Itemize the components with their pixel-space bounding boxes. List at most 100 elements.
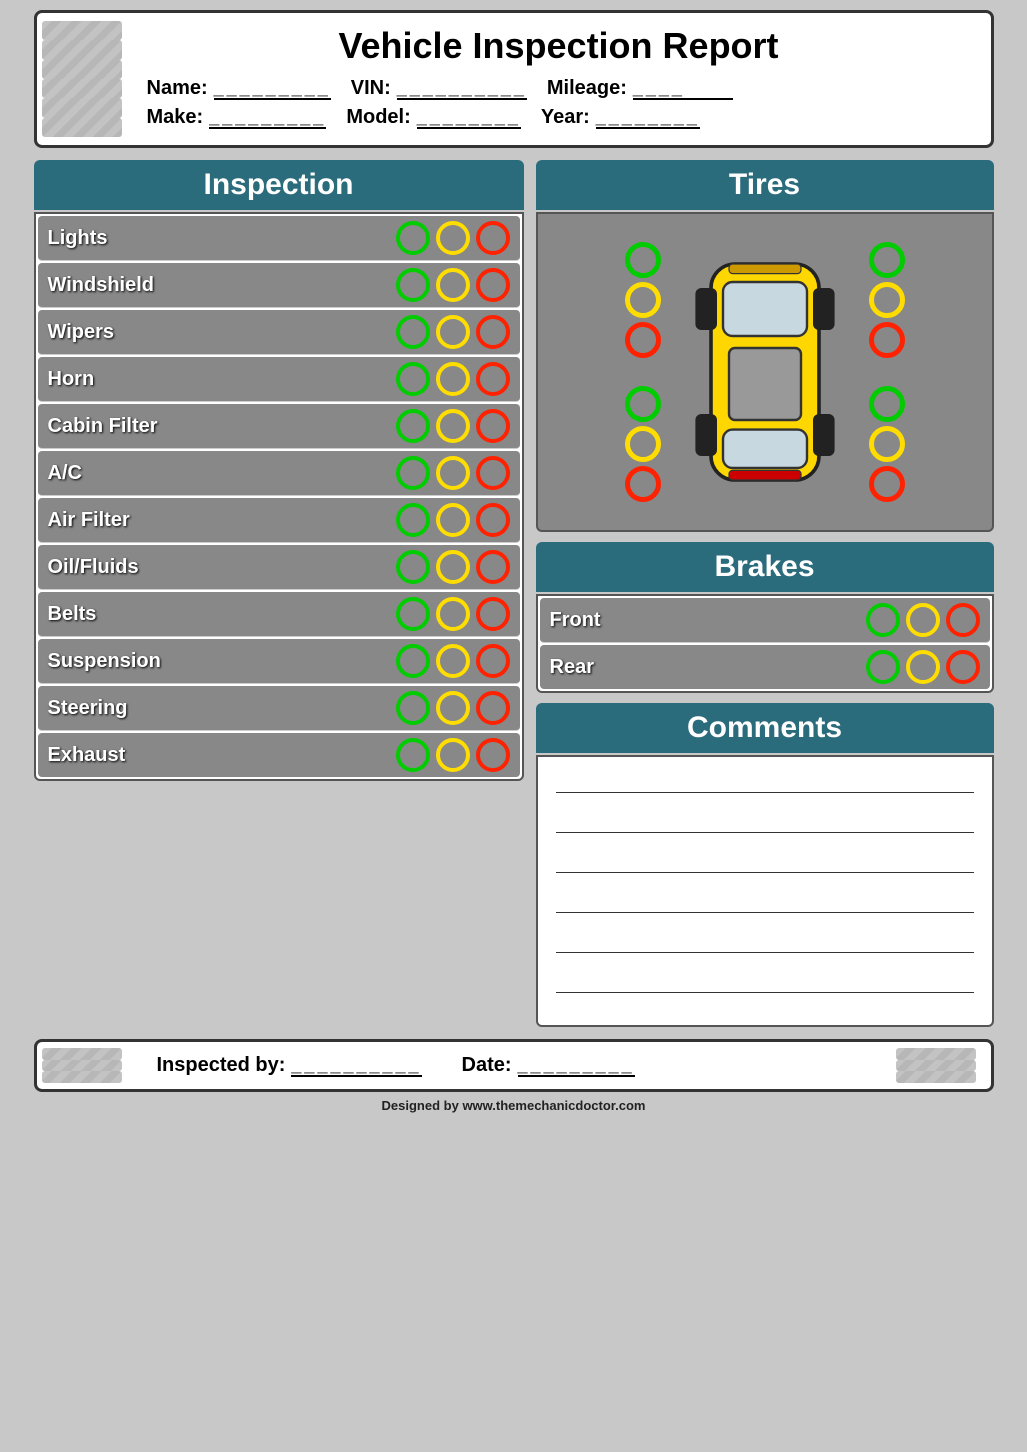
circle-yellow[interactable] [436, 550, 470, 584]
circle-yellow[interactable] [436, 503, 470, 537]
circle-yellow[interactable] [436, 362, 470, 396]
mileage-field-group: Mileage: ____ [547, 77, 733, 100]
circle-green[interactable] [396, 550, 430, 584]
mileage-label: Mileage: [547, 77, 627, 100]
circle-red[interactable] [946, 603, 980, 637]
circle-yellow[interactable] [436, 738, 470, 772]
date-label: Date: [462, 1054, 512, 1077]
circle-yellow[interactable] [436, 691, 470, 725]
circle-green[interactable] [396, 738, 430, 772]
circle-red[interactable] [476, 409, 510, 443]
item-label-cabin-filter: Cabin Filter [48, 415, 396, 438]
circle-green[interactable] [866, 603, 900, 637]
circles-steering [396, 691, 510, 725]
list-item: Windshield [38, 263, 520, 308]
circles-horn [396, 362, 510, 396]
circles-cabin-filter [396, 409, 510, 443]
circle-green[interactable] [396, 691, 430, 725]
circle-red[interactable] [476, 644, 510, 678]
tire-dot-green[interactable] [625, 386, 661, 422]
circle-green[interactable] [866, 650, 900, 684]
circle-green[interactable] [396, 409, 430, 443]
list-item: Cabin Filter [38, 404, 520, 449]
main-content: Inspection Lights Windshield [34, 160, 994, 1027]
inspected-by-field-group: Inspected by: __________ [157, 1054, 422, 1077]
circle-yellow[interactable] [436, 597, 470, 631]
circle-yellow[interactable] [436, 409, 470, 443]
list-item: Air Filter [38, 498, 520, 543]
name-label: Name: [147, 77, 208, 100]
item-label-air-filter: Air Filter [48, 509, 396, 532]
car-diagram [615, 232, 915, 512]
comment-line [556, 851, 974, 873]
tire-dot-green[interactable] [869, 242, 905, 278]
item-label-suspension: Suspension [48, 650, 396, 673]
circle-red[interactable] [476, 597, 510, 631]
circle-green[interactable] [396, 315, 430, 349]
circle-yellow[interactable] [436, 268, 470, 302]
name-field-group: Name: _________ [147, 77, 331, 100]
circle-yellow[interactable] [436, 456, 470, 490]
right-column: Tires [536, 160, 994, 1027]
header-row-2: Make: _________ Model: ________ Year: __… [147, 106, 971, 129]
year-label: Year: [541, 106, 590, 129]
vin-value: __________ [397, 77, 527, 100]
tire-dot-yellow[interactable] [625, 426, 661, 462]
circle-green[interactable] [396, 597, 430, 631]
date-value: _________ [518, 1054, 635, 1077]
tires-section [536, 212, 994, 532]
comments-section: Comments [536, 703, 994, 1027]
circle-green[interactable] [396, 221, 430, 255]
circle-red[interactable] [476, 503, 510, 537]
tire-dot-yellow[interactable] [869, 426, 905, 462]
circle-green[interactable] [396, 268, 430, 302]
circle-yellow[interactable] [436, 644, 470, 678]
model-field-group: Model: ________ [346, 106, 521, 129]
circle-yellow[interactable] [906, 603, 940, 637]
circle-yellow[interactable] [436, 315, 470, 349]
tire-dot-green[interactable] [869, 386, 905, 422]
tire-dot-green[interactable] [625, 242, 661, 278]
tire-dot-yellow[interactable] [869, 282, 905, 318]
item-label-belts: Belts [48, 603, 396, 626]
circle-yellow[interactable] [436, 221, 470, 255]
tires-header: Tires [536, 160, 994, 210]
circle-red[interactable] [946, 650, 980, 684]
circle-red[interactable] [476, 315, 510, 349]
circle-red[interactable] [476, 550, 510, 584]
circle-red[interactable] [476, 691, 510, 725]
comment-line [556, 891, 974, 913]
brakes-header: Brakes [536, 542, 994, 592]
list-item: Front [540, 598, 990, 643]
left-column: Inspection Lights Windshield [34, 160, 524, 1027]
tire-dot-red[interactable] [869, 466, 905, 502]
tire-dot-yellow[interactable] [625, 282, 661, 318]
mileage-value: ____ [633, 77, 733, 100]
circles-ac [396, 456, 510, 490]
circle-red[interactable] [476, 738, 510, 772]
item-label-horn: Horn [48, 368, 396, 391]
circles-suspension [396, 644, 510, 678]
tire-dot-red[interactable] [625, 322, 661, 358]
comment-line [556, 811, 974, 833]
circle-red[interactable] [476, 362, 510, 396]
circles-front [866, 603, 980, 637]
footer-tire-track-right [896, 1042, 986, 1089]
circle-green[interactable] [396, 362, 430, 396]
circle-red[interactable] [476, 221, 510, 255]
circle-red[interactable] [476, 456, 510, 490]
circle-yellow[interactable] [906, 650, 940, 684]
brakes-container: Front Rear [536, 594, 994, 693]
circle-red[interactable] [476, 268, 510, 302]
item-label-rear: Rear [550, 656, 866, 679]
brakes-section: Brakes Front Rear [536, 542, 994, 693]
tire-dot-red[interactable] [869, 322, 905, 358]
circle-green[interactable] [396, 644, 430, 678]
circle-green[interactable] [396, 456, 430, 490]
model-value: ________ [417, 106, 521, 129]
circles-air-filter [396, 503, 510, 537]
tire-top-left [625, 242, 661, 358]
tire-dot-red[interactable] [625, 466, 661, 502]
circle-green[interactable] [396, 503, 430, 537]
list-item: Suspension [38, 639, 520, 684]
